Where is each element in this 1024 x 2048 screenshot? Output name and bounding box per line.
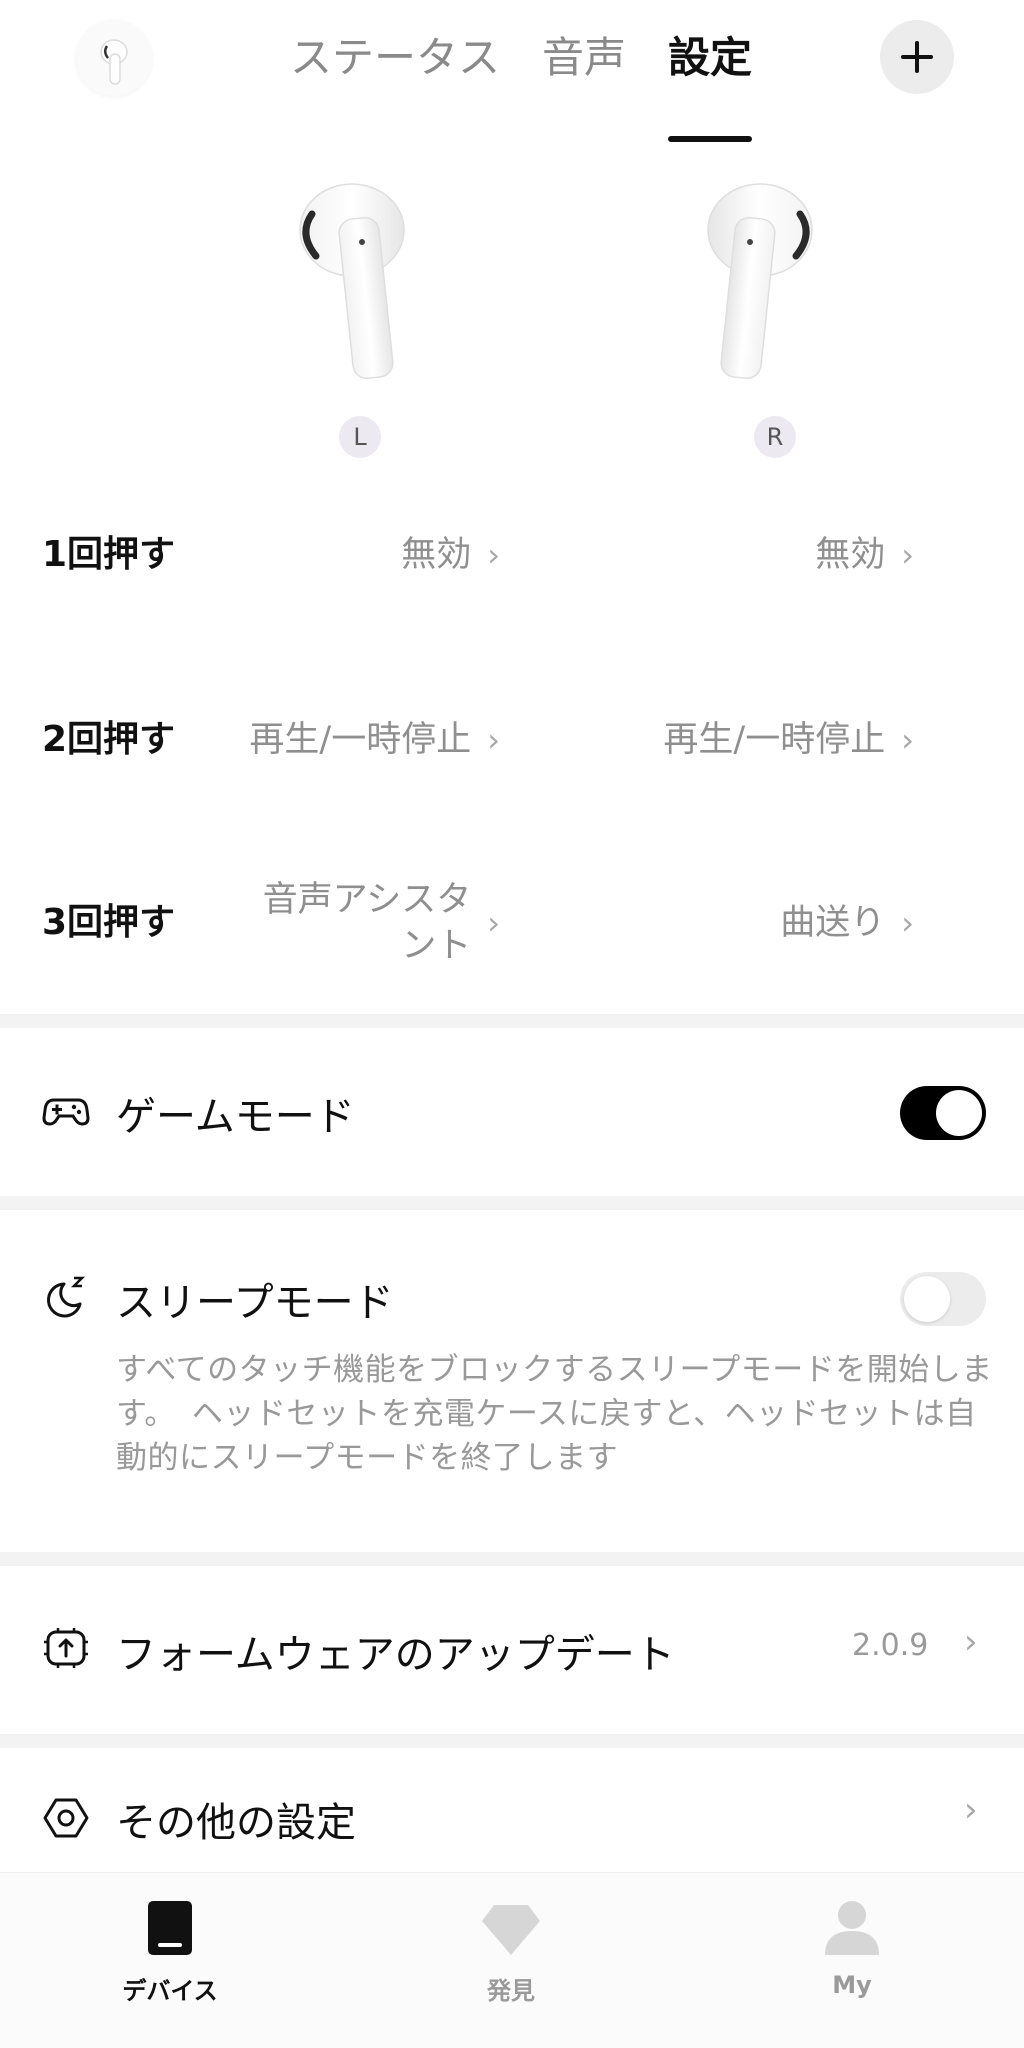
nav-label: My — [832, 1971, 872, 1999]
chevron-right-icon: › — [487, 721, 500, 759]
nav-devices[interactable]: デバイス — [70, 1893, 270, 2013]
toggle-knob — [904, 1276, 950, 1322]
press-value: 再生/一時停止 — [663, 720, 886, 760]
right-triple-press-setting[interactable]: 曲送り › — [580, 868, 914, 978]
press-value: 音声アシスタント — [262, 880, 472, 966]
earbuds-display: L R — [0, 160, 1024, 480]
triple-press-row: 3回押す 音声アシスタント › 曲送り › — [0, 868, 1024, 978]
earbud-icon — [100, 39, 128, 85]
device-icon — [135, 1893, 205, 1963]
game-mode-row: ゲームモード — [0, 1028, 1024, 1196]
chevron-right-icon: › — [901, 721, 914, 759]
nav-label: デバイス — [122, 1977, 218, 2005]
left-triple-press-setting[interactable]: 音声アシスタント › — [190, 868, 500, 978]
section-divider — [0, 1014, 1024, 1028]
plus-icon — [901, 41, 933, 73]
right-single-press-setting[interactable]: 無効 › — [580, 500, 914, 610]
chevron-right-icon: › — [487, 536, 500, 574]
moon-sleep-icon — [42, 1274, 90, 1322]
tab-status[interactable]: ステータス — [290, 28, 500, 88]
sleep-mode-row: スリープモード すべてのタッチ機能をブロックするスリープモードを開始します。 ヘ… — [0, 1210, 1024, 1552]
press-value: 再生/一時停止 — [249, 720, 472, 760]
user-icon — [817, 1893, 887, 1963]
chevron-right-icon: › — [964, 1622, 978, 1662]
double-press-row: 2回押す 再生/一時停止 › 再生/一時停止 › — [0, 685, 1024, 795]
section-divider — [0, 1552, 1024, 1566]
nav-label: 発見 — [487, 1977, 535, 2005]
single-press-row: 1回押す 無効 › 無効 › — [0, 500, 1024, 610]
other-settings-row[interactable]: その他の設定 › — [0, 1748, 1024, 1872]
nav-discover[interactable]: 発見 — [411, 1893, 611, 2013]
tab-bar: ステータス 音声 設定 — [290, 28, 794, 142]
chevron-right-icon: › — [487, 904, 500, 942]
firmware-update-icon — [42, 1624, 90, 1672]
tab-audio[interactable]: 音声 — [542, 28, 626, 88]
chevron-right-icon: › — [964, 1790, 978, 1830]
header: ステータス 音声 設定 — [0, 0, 1024, 142]
settings-page: ステータス 音声 設定 L R 1回押す 無効 › 無効 › 2回押す 再生/一… — [0, 0, 1024, 2048]
press-value: 曲送り — [780, 903, 886, 943]
left-single-press-setting[interactable]: 無効 › — [190, 500, 500, 610]
right-side-badge: R — [754, 416, 796, 458]
nav-my[interactable]: My — [752, 1893, 952, 2013]
diamond-icon — [476, 1893, 546, 1963]
sleep-mode-toggle[interactable] — [900, 1272, 986, 1326]
firmware-update-row[interactable]: フォームウェアのアップデート 2.0.9 › — [0, 1566, 1024, 1734]
press-label: 1回押す — [42, 534, 176, 575]
game-mode-toggle[interactable] — [900, 1086, 986, 1140]
left-earbud-image — [290, 170, 430, 390]
toggle-knob — [936, 1090, 982, 1136]
press-value: 無効 — [815, 535, 886, 575]
press-label: 2回押す — [42, 719, 176, 760]
section-divider — [0, 1196, 1024, 1210]
firmware-update-title: フォームウェアのアップデート — [116, 1632, 675, 1678]
gamepad-icon — [42, 1086, 90, 1134]
section-divider — [0, 1734, 1024, 1748]
chevron-right-icon: › — [901, 536, 914, 574]
sleep-mode-title: スリープモード — [116, 1280, 394, 1326]
other-settings-title: その他の設定 — [116, 1800, 356, 1846]
left-double-press-setting[interactable]: 再生/一時停止 › — [190, 685, 500, 795]
left-side-badge: L — [339, 416, 381, 458]
add-device-button[interactable] — [880, 20, 954, 94]
hexagon-settings-icon — [42, 1794, 90, 1842]
device-thumbnail[interactable] — [76, 20, 152, 96]
chevron-right-icon: › — [901, 904, 914, 942]
bottom-navigation: デバイス 発見 My — [0, 1872, 1024, 2048]
press-value: 無効 — [401, 535, 472, 575]
tab-settings[interactable]: 設定 — [668, 28, 753, 142]
firmware-version: 2.0.9 — [852, 1628, 929, 1663]
right-double-press-setting[interactable]: 再生/一時停止 › — [580, 685, 914, 795]
game-mode-title: ゲームモード — [116, 1094, 355, 1140]
right-earbud-image — [700, 170, 840, 390]
sleep-mode-description: すべてのタッチ機能をブロックするスリープモードを開始します。 ヘッドセットを充電… — [116, 1352, 993, 1476]
press-label: 3回押す — [42, 902, 176, 943]
